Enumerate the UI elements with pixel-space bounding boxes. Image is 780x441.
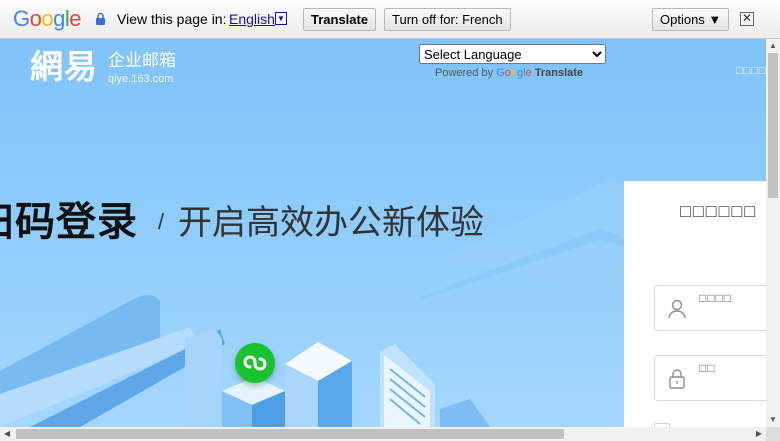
scroll-right-icon[interactable]: ▶ <box>752 427 766 441</box>
google-logo-letter: o <box>41 6 54 31</box>
username-placeholder: □□□□ <box>699 291 732 305</box>
close-icon[interactable]: ✕ <box>740 12 754 26</box>
scroll-down-icon[interactable]: ▼ <box>766 413 780 427</box>
username-input[interactable]: □□□□ <box>654 285 766 331</box>
scroll-up-icon[interactable]: ▲ <box>766 39 780 53</box>
password-placeholder: □□ <box>699 361 716 375</box>
google-logo-letter: G <box>13 6 30 31</box>
vertical-scrollbar[interactable]: ▲ ▼ <box>766 39 780 427</box>
login-card: □□□□□□ □□□□ □□ <box>624 181 766 427</box>
lock-icon <box>96 12 105 25</box>
vertical-scroll-thumb[interactable] <box>768 53 778 198</box>
google-logo-letter: o <box>29 6 42 31</box>
horizontal-scrollbar[interactable]: ◀ ▶ <box>0 427 766 441</box>
powered-by-label: Powered by <box>435 67 494 79</box>
hero-headline: 扫码登录 <box>0 200 138 244</box>
google-logo-letter: e <box>69 6 82 31</box>
google-translate-bar: Google View this page in: English ▼ Tran… <box>0 0 780 39</box>
login-page: 網易 企业邮箱 qiye.163.com Select Language Pow… <box>0 39 766 427</box>
hero-separator: / <box>158 209 165 234</box>
google-mini-letter: e <box>525 67 532 79</box>
lock-icon <box>669 369 685 389</box>
netease-logo[interactable]: 網易 <box>30 49 98 85</box>
horizontal-scroll-thumb[interactable] <box>16 429 564 439</box>
user-icon <box>668 299 686 319</box>
google-logo-letter: g <box>53 6 65 31</box>
product-name: 企业邮箱 <box>108 51 176 70</box>
google-mini-letter: G <box>496 67 505 79</box>
options-button[interactable]: Options ▼ <box>652 8 730 31</box>
language-link[interactable]: English <box>229 11 275 27</box>
chevron-down-icon[interactable]: ▼ <box>275 12 287 25</box>
google-mini-logo: Google <box>496 67 532 79</box>
brand-domain: qiye.163.com <box>108 73 174 85</box>
translate-button[interactable]: Translate <box>303 8 377 31</box>
mini-program-icon <box>235 343 275 383</box>
scrollbar-corner <box>766 427 780 441</box>
powered-by-google: Powered by Google Translate <box>435 67 583 79</box>
turn-off-button[interactable]: Turn off for: French <box>384 8 511 31</box>
top-right-links[interactable]: □□□□ <box>736 65 766 77</box>
scroll-left-icon[interactable]: ◀ <box>0 427 14 441</box>
password-input[interactable]: □□ <box>654 355 766 401</box>
view-page-in-label: View this page in: <box>117 11 227 27</box>
google-logo: Google <box>13 6 82 32</box>
language-select[interactable]: Select Language <box>419 44 606 64</box>
hero-tagline: 开启高效办公新体验 <box>178 204 484 242</box>
translate-link[interactable]: Translate <box>535 67 583 79</box>
login-title: □□□□□□ <box>680 201 758 221</box>
